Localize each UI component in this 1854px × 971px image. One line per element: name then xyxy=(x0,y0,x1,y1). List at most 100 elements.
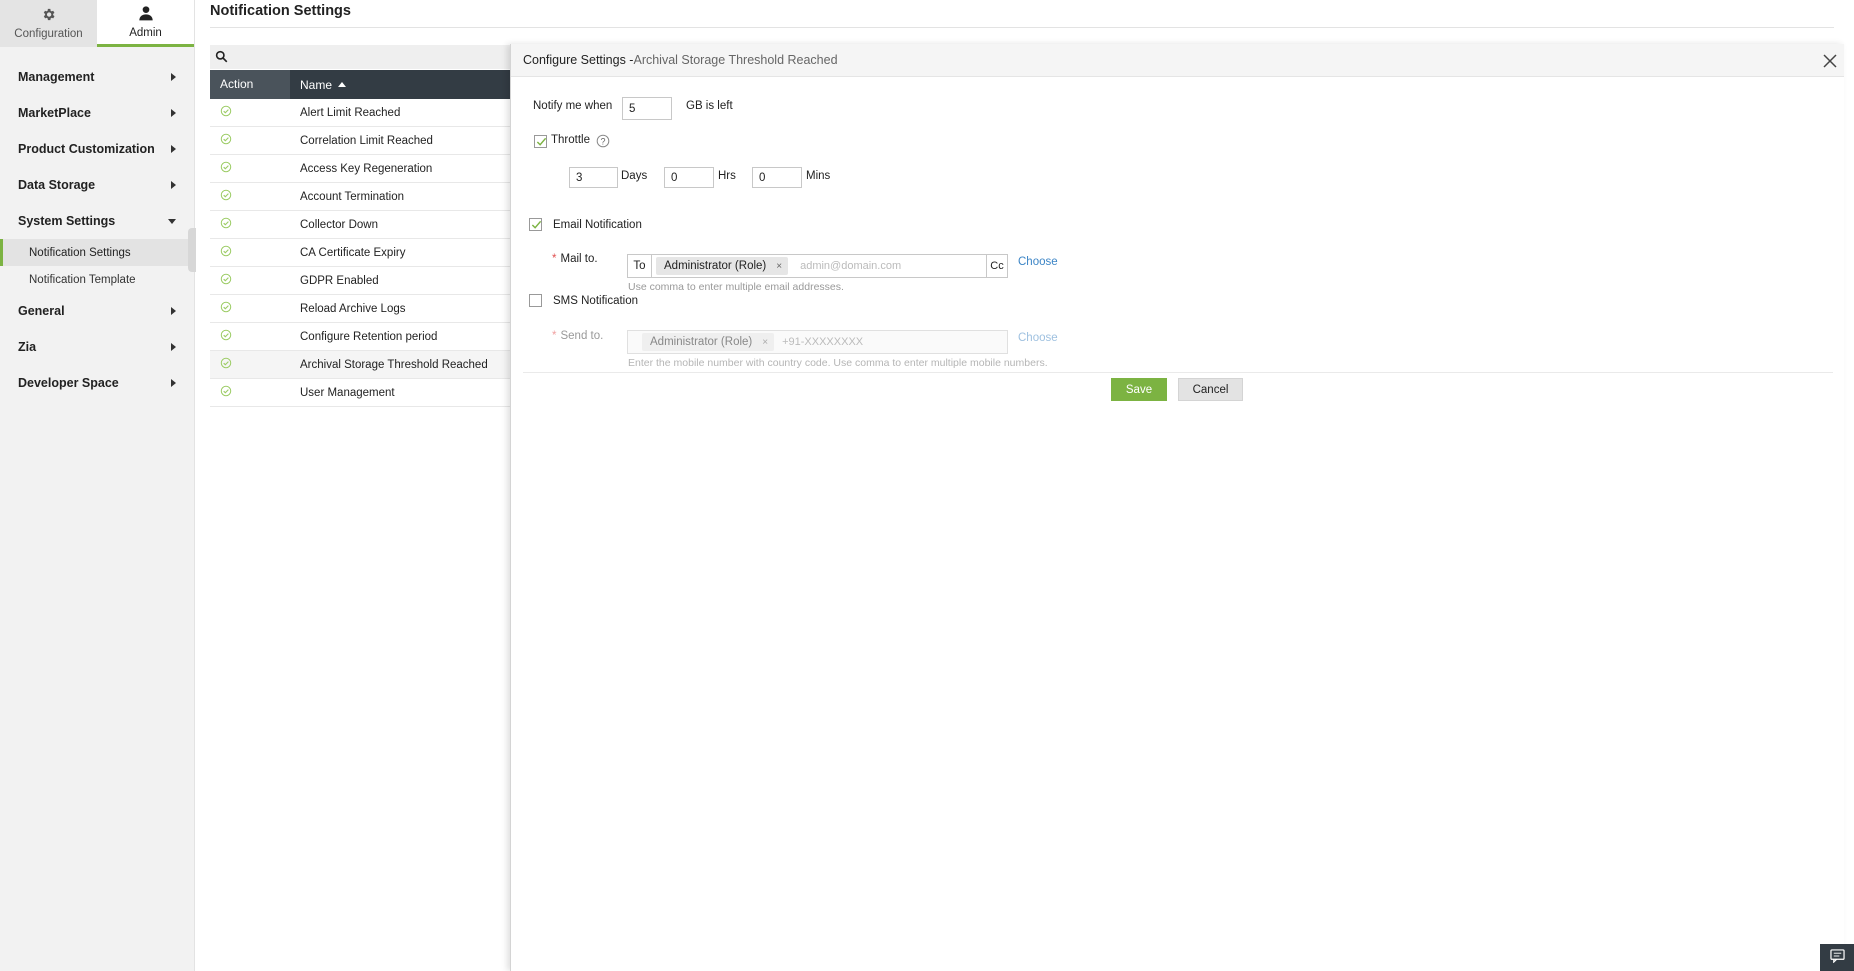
send-to-input[interactable] xyxy=(780,335,961,349)
mail-to-input[interactable] xyxy=(798,259,979,273)
throttle-days-input[interactable] xyxy=(569,167,618,188)
tab-admin-label: Admin xyxy=(129,27,162,39)
status-check-icon[interactable] xyxy=(220,189,232,204)
sidebar-item-product-customization[interactable]: Product Customization xyxy=(0,131,194,167)
status-check-icon[interactable] xyxy=(220,161,232,176)
throttle-checkbox[interactable] xyxy=(534,135,547,148)
throttle-label: Throttle xyxy=(551,134,590,146)
help-icon[interactable]: ? xyxy=(596,134,610,151)
caret-right-icon xyxy=(171,73,176,81)
search-icon[interactable] xyxy=(215,50,228,66)
caret-right-icon xyxy=(171,145,176,153)
email-notification-checkbox[interactable] xyxy=(529,218,542,231)
sidebar-subitem-notification-settings[interactable]: Notification Settings xyxy=(0,239,194,266)
cc-button[interactable]: Cc xyxy=(986,255,1007,277)
row-action xyxy=(210,385,300,400)
remove-chip-icon[interactable]: × xyxy=(762,337,768,348)
throttle-hrs-input[interactable] xyxy=(664,167,714,188)
sidebar-item-management[interactable]: Management xyxy=(0,59,194,95)
caret-down-icon xyxy=(168,218,176,224)
table-row[interactable]: Reload Archive Logs xyxy=(210,295,510,323)
svg-text:?: ? xyxy=(600,137,605,147)
sidebar-item-marketplace[interactable]: MarketPlace xyxy=(0,95,194,131)
sidebar-item-label: System Settings xyxy=(18,214,116,228)
mail-to-label: * Mail to. xyxy=(552,253,598,265)
status-check-icon[interactable] xyxy=(220,329,232,344)
row-action xyxy=(210,329,300,344)
sidebar-item-general[interactable]: General xyxy=(0,293,194,329)
table-row[interactable]: Archival Storage Threshold Reached xyxy=(210,351,510,379)
status-check-icon[interactable] xyxy=(220,385,232,400)
title-divider xyxy=(210,27,1834,28)
table-row[interactable]: CA Certificate Expiry xyxy=(210,239,510,267)
throttle-mins-label: Mins xyxy=(806,170,831,182)
table-row[interactable]: Correlation Limit Reached xyxy=(210,127,510,155)
sms-notification-checkbox[interactable] xyxy=(529,294,542,307)
mail-to-text: Mail to. xyxy=(560,253,598,265)
table-row[interactable]: Configure Retention period xyxy=(210,323,510,351)
sidebar-item-system-settings[interactable]: System Settings xyxy=(0,203,194,239)
throttle-mins-input[interactable] xyxy=(752,167,802,188)
remove-chip-icon[interactable]: × xyxy=(776,261,782,272)
row-action xyxy=(210,357,300,372)
status-check-icon[interactable] xyxy=(220,105,232,120)
sidebar-collapse-handle[interactable] xyxy=(188,228,196,272)
table-row[interactable]: Collector Down xyxy=(210,211,510,239)
caret-right-icon xyxy=(171,307,176,315)
row-action xyxy=(210,245,300,260)
notify-gb-input[interactable] xyxy=(622,97,672,120)
status-check-icon[interactable] xyxy=(220,133,232,148)
table-row[interactable]: Access Key Regeneration xyxy=(210,155,510,183)
sidebar-subitem-notification-template[interactable]: Notification Template xyxy=(0,266,194,293)
sidebar-subitem-label: Notification Template xyxy=(29,273,136,286)
sidebar-item-zia[interactable]: Zia xyxy=(0,329,194,365)
table-row[interactable]: GDPR Enabled xyxy=(210,267,510,295)
row-action xyxy=(210,133,300,148)
send-to-label: * Send to. xyxy=(552,330,603,342)
close-icon[interactable] xyxy=(1822,53,1838,69)
sidebar-item-developer-space[interactable]: Developer Space xyxy=(0,365,194,401)
chat-button[interactable] xyxy=(1820,944,1854,971)
caret-right-icon xyxy=(171,343,176,351)
status-check-icon[interactable] xyxy=(220,357,232,372)
mail-hint: Use comma to enter multiple email addres… xyxy=(628,281,844,293)
panel-subtitle: Archival Storage Threshold Reached xyxy=(633,53,838,67)
cancel-button[interactable]: Cancel xyxy=(1178,378,1243,401)
top-tabs: Configuration Admin xyxy=(0,0,194,47)
chat-icon xyxy=(1829,949,1845,966)
row-name: Configure Retention period xyxy=(300,330,438,343)
status-check-icon[interactable] xyxy=(220,245,232,260)
column-header-action: Action xyxy=(210,70,290,99)
required-mark: * xyxy=(552,253,557,265)
recipient-chip-label: Administrator (Role) xyxy=(664,260,767,272)
notify-label: Notify me when xyxy=(533,100,613,112)
gear-icon xyxy=(41,7,56,25)
tab-configuration[interactable]: Configuration xyxy=(0,0,97,47)
choose-mail-recipients-link[interactable]: Choose xyxy=(1018,256,1058,268)
sidebar: Configuration Admin Management MarketPla… xyxy=(0,0,196,971)
row-name: Archival Storage Threshold Reached xyxy=(300,358,488,371)
sidebar-item-label: Data Storage xyxy=(18,178,96,192)
column-header-name[interactable]: Name xyxy=(290,78,347,92)
table-row[interactable]: Alert Limit Reached xyxy=(210,99,510,127)
sidebar-item-label: Zia xyxy=(18,340,37,354)
tab-admin[interactable]: Admin xyxy=(97,0,194,47)
choose-sms-recipients-link[interactable]: Choose xyxy=(1018,332,1058,344)
row-action xyxy=(210,189,300,204)
to-label: To xyxy=(628,255,652,277)
caret-right-icon xyxy=(171,109,176,117)
status-check-icon[interactable] xyxy=(220,301,232,316)
sidebar-item-label: Management xyxy=(18,70,95,84)
search-bar[interactable] xyxy=(210,45,510,69)
send-to-field[interactable]: Administrator (Role) × xyxy=(627,330,1008,354)
sidebar-item-data-storage[interactable]: Data Storage xyxy=(0,167,194,203)
sms-notification-label: SMS Notification xyxy=(553,295,639,307)
status-check-icon[interactable] xyxy=(220,217,232,232)
mail-to-field[interactable]: To Administrator (Role) × Cc xyxy=(627,254,1008,278)
row-name: Account Termination xyxy=(300,190,404,203)
save-button[interactable]: Save xyxy=(1111,378,1167,401)
status-check-icon[interactable] xyxy=(220,273,232,288)
table-row[interactable]: Account Termination xyxy=(210,183,510,211)
table-row[interactable]: User Management xyxy=(210,379,510,407)
table-header: Action Name xyxy=(210,70,510,99)
